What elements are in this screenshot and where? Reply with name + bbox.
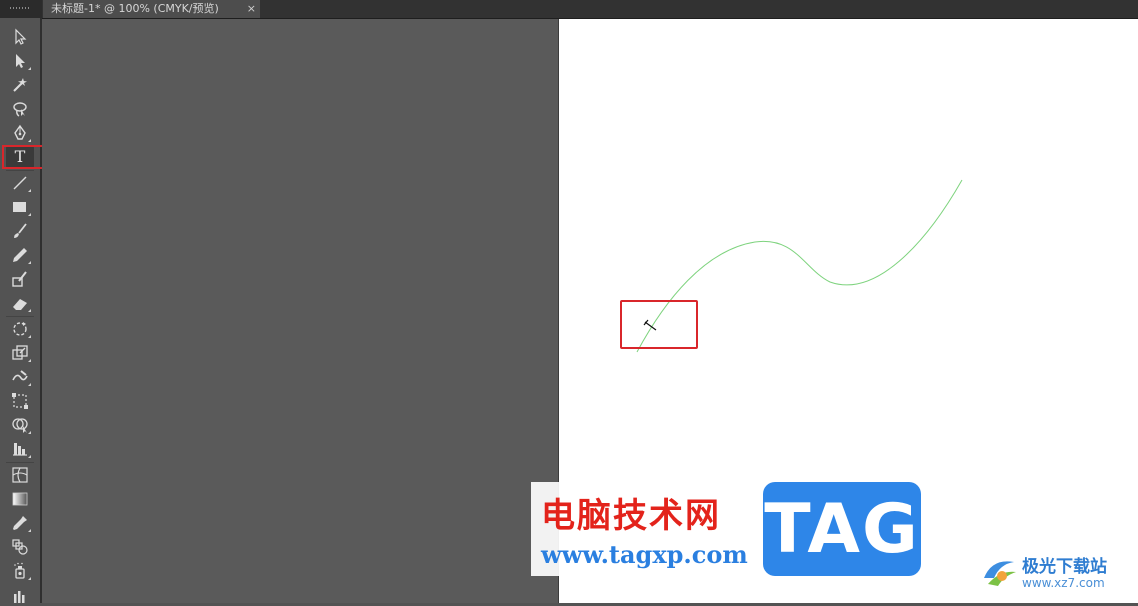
eraser-icon [13, 299, 27, 310]
column-graph-icon [13, 443, 27, 456]
magic-wand-tool[interactable] [6, 74, 34, 96]
corner-logo: 极光下载站 www.xz7.com [980, 548, 1130, 598]
lasso-tool[interactable] [6, 98, 34, 120]
tag-logo-badge: TAG [763, 482, 921, 576]
rotate-icon [13, 322, 27, 336]
blend-icon [12, 539, 28, 555]
toolbar-divider [6, 316, 34, 317]
flyout-indicator-icon [28, 67, 31, 70]
eyedropper-tool[interactable] [6, 512, 34, 534]
symbol-sprayer-tool[interactable] [6, 560, 34, 582]
direct-selection-tool[interactable] [6, 50, 34, 72]
pen-tool[interactable] [6, 122, 34, 144]
flyout-indicator-icon [28, 383, 31, 386]
gradient-icon [12, 492, 28, 506]
toolbar-divider [6, 462, 34, 463]
flyout-indicator-icon [28, 577, 31, 580]
scale-icon [12, 345, 28, 360]
direct-selection-arrow-icon [16, 54, 25, 68]
shape-builder-icon [12, 418, 28, 433]
flyout-indicator-icon [28, 431, 31, 434]
rectangle-tool[interactable] [6, 196, 34, 218]
tag-logo-text: TAG [764, 489, 920, 569]
lasso-icon [13, 102, 27, 117]
corner-logo-url: www.xz7.com [1022, 576, 1105, 590]
document-tab-bar: 未标题-1* @ 100% (CMYK/预览) × [0, 0, 1138, 19]
selection-tool[interactable] [6, 26, 34, 48]
flyout-indicator-icon [28, 213, 31, 216]
type-tool-highlight-box [2, 145, 44, 169]
cursor-highlight-box [620, 300, 698, 349]
document-tab-title: 未标题-1* @ 100% (CMYK/预览) [51, 2, 219, 15]
selection-arrow-icon [15, 28, 27, 45]
blob-brush-icon [12, 271, 27, 287]
rectangle-icon [13, 202, 26, 212]
flyout-indicator-icon [28, 189, 31, 192]
pencil-icon [13, 248, 27, 262]
line-segment-tool[interactable] [6, 172, 34, 194]
document-tab[interactable]: 未标题-1* @ 100% (CMYK/预览) × [43, 0, 260, 18]
flyout-indicator-icon [28, 529, 31, 532]
graph-tool[interactable] [6, 438, 34, 460]
pen-nib-icon [14, 124, 26, 140]
flyout-indicator-icon [28, 261, 31, 264]
pencil-tool[interactable] [6, 244, 34, 266]
watermark-site-name: 电脑技术网 [541, 496, 721, 536]
blend-tool[interactable] [6, 536, 34, 558]
flyout-indicator-icon [28, 359, 31, 362]
gradient-tool[interactable] [6, 488, 34, 510]
rotate-tool[interactable] [6, 318, 34, 340]
tools-panel: T [0, 18, 42, 603]
toolbar-divider [6, 170, 34, 171]
scale-tool[interactable] [6, 342, 34, 364]
pasteboard-area[interactable] [42, 19, 558, 603]
aurora-logo-icon [984, 561, 1016, 586]
mesh-tool[interactable] [6, 464, 34, 486]
shape-builder-tool[interactable] [6, 414, 34, 436]
flyout-indicator-icon [28, 335, 31, 338]
mesh-icon [12, 467, 28, 483]
paintbrush-tool[interactable] [6, 220, 34, 242]
warp-icon [12, 370, 28, 381]
eyedropper-icon [13, 516, 27, 530]
magic-wand-icon [13, 78, 27, 92]
site-watermark: 电脑技术网 www.tagxp.com [531, 482, 761, 576]
bar-graph-icon [14, 591, 25, 603]
free-transform-tool[interactable] [6, 390, 34, 412]
blob-brush-tool[interactable] [6, 268, 34, 290]
symbol-sprayer-icon [14, 562, 25, 579]
watermark-site-url: www.tagxp.com [541, 540, 748, 569]
close-tab-icon[interactable]: × [247, 0, 256, 18]
flyout-indicator-icon [28, 139, 31, 142]
eraser-tool[interactable] [6, 292, 34, 314]
flyout-indicator-icon [28, 455, 31, 458]
line-icon [13, 176, 27, 190]
warp-tool[interactable] [6, 366, 34, 388]
free-transform-icon [12, 393, 28, 409]
brush-icon [14, 223, 27, 238]
flyout-indicator-icon [28, 309, 31, 312]
corner-logo-name: 极光下载站 [1022, 557, 1107, 577]
panel-grip-handle[interactable] [0, 0, 42, 18]
